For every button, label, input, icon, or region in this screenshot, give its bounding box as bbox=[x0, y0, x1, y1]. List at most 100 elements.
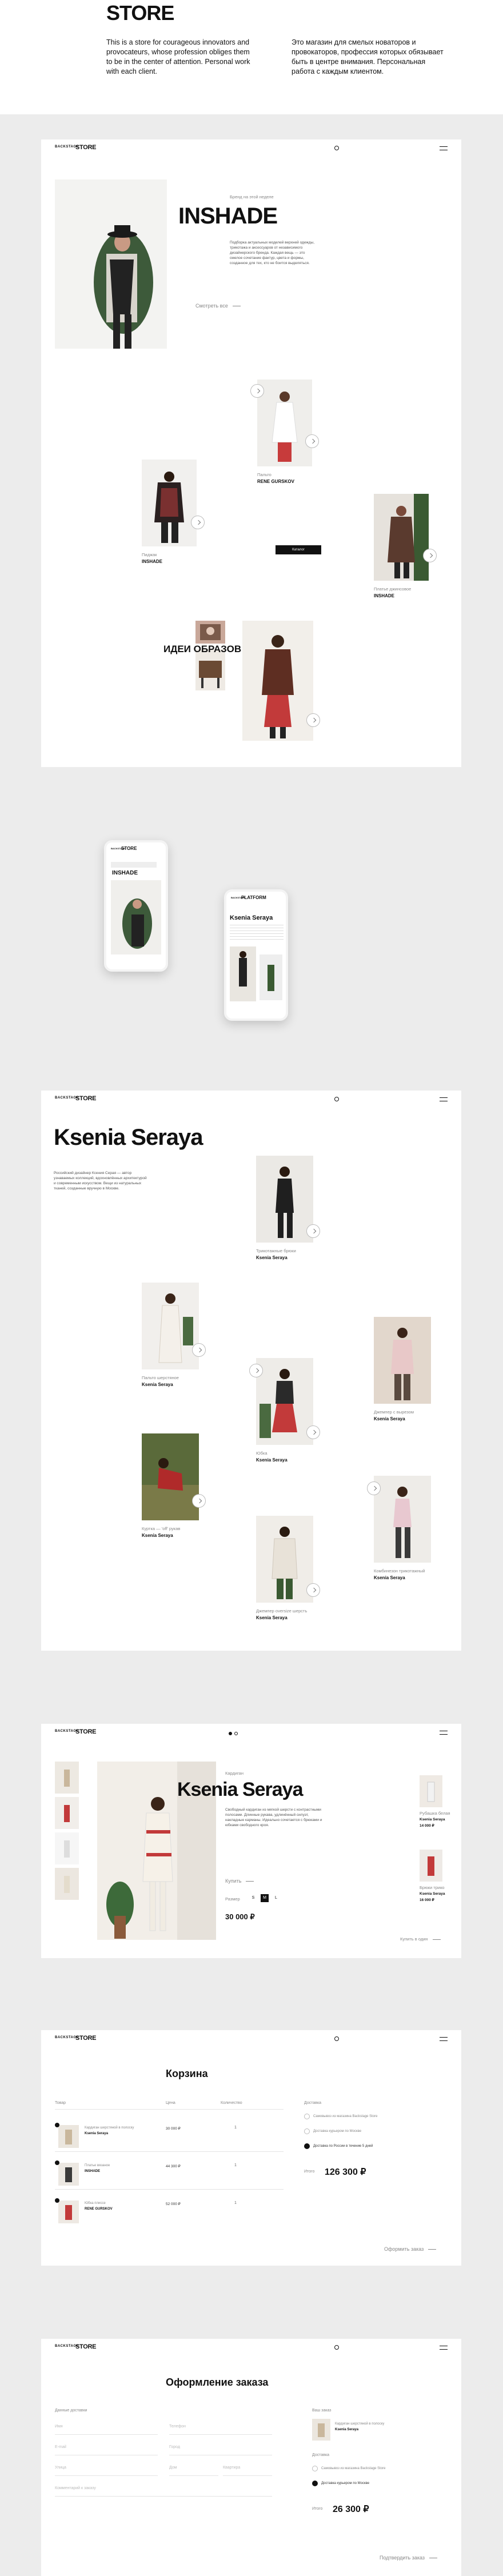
confirm-order-link[interactable]: Подтвердить заказ bbox=[380, 2555, 437, 2561]
cart-row-divider-2 bbox=[55, 2189, 284, 2190]
buy-together-link[interactable]: Купить в один bbox=[400, 1936, 441, 1942]
designer-item-photo-3[interactable] bbox=[374, 1317, 431, 1404]
designer-arrow-4[interactable] bbox=[306, 1425, 320, 1439]
designer-item-photo-6[interactable] bbox=[374, 1476, 431, 1563]
cart-qty-1[interactable]: 1 bbox=[224, 2124, 247, 2132]
ideas-furniture-photo bbox=[195, 649, 225, 690]
mobile-hero-bar bbox=[111, 862, 157, 868]
search-icon-2[interactable] bbox=[334, 1097, 339, 1101]
size-option-m[interactable]: M bbox=[261, 1894, 269, 1902]
order-delivery-radio-1[interactable] bbox=[312, 2466, 318, 2471]
cart-item-brand-2: INSHADE bbox=[85, 2170, 101, 2173]
hero-brand-title: INSHADE bbox=[178, 203, 278, 229]
delivery-radio-2[interactable] bbox=[304, 2128, 310, 2134]
designer-item-photo-5[interactable] bbox=[142, 1433, 199, 1520]
field-apartment[interactable]: Квартира bbox=[223, 2461, 272, 2476]
designer-item-cap-3: Джемпер с вырезом bbox=[374, 1409, 414, 1415]
designer-item-photo-4[interactable] bbox=[256, 1358, 313, 1445]
thumb-4[interactable] bbox=[55, 1868, 79, 1900]
search-icon[interactable] bbox=[334, 146, 339, 150]
remove-icon-3[interactable] bbox=[55, 2198, 59, 2203]
product-like-button-1[interactable] bbox=[250, 384, 264, 398]
order-delivery-option-2: Доставка курьером по Москве bbox=[321, 2482, 370, 2485]
mobile-mockup-designer: BACKSTAGE PLATFORM Ksenia Seraya bbox=[224, 889, 288, 1021]
designer-item-brand-4: Ksenia Seraya bbox=[256, 1457, 288, 1463]
ideas-title: ИДЕИ ОБРАЗОВ bbox=[163, 644, 242, 654]
search-icon-4[interactable] bbox=[334, 2036, 339, 2041]
size-label: Размер bbox=[225, 1896, 240, 1902]
color-dot-black[interactable] bbox=[229, 1732, 232, 1735]
designer-arrow-7[interactable] bbox=[306, 1583, 320, 1597]
thumb-2[interactable] bbox=[55, 1797, 79, 1829]
related-photo-2[interactable] bbox=[420, 1850, 442, 1882]
logo-store-3[interactable]: STORE bbox=[75, 1728, 97, 1735]
search-icon-5[interactable] bbox=[334, 2345, 339, 2350]
designer-description: Российский дизайнер Ксения Серая — автор… bbox=[54, 1171, 147, 1191]
designer-like-4[interactable] bbox=[249, 1364, 263, 1377]
product-arrow-button-1[interactable] bbox=[305, 434, 319, 448]
field-street[interactable]: Улица bbox=[55, 2461, 158, 2476]
menu-icon-4[interactable] bbox=[440, 2037, 448, 2041]
thumb-3[interactable] bbox=[55, 1832, 79, 1864]
field-city[interactable]: Город bbox=[169, 2441, 272, 2455]
designer-item-photo-7[interactable] bbox=[256, 1516, 313, 1603]
related-brand-2: Ksenia Seraya bbox=[420, 1892, 445, 1896]
designer-item-photo-2[interactable] bbox=[142, 1283, 199, 1369]
cart-title: Корзина bbox=[166, 2068, 208, 2079]
thumb-1[interactable] bbox=[55, 1762, 79, 1794]
designer-like-6[interactable] bbox=[367, 1481, 381, 1495]
order-contacts-label: Данные доставки bbox=[55, 2409, 87, 2413]
product-arrow-button-2[interactable] bbox=[191, 516, 205, 529]
hero-more-link[interactable]: Смотреть все bbox=[195, 303, 241, 309]
product-buy-link[interactable]: Купить bbox=[225, 1878, 254, 1884]
size-option-s[interactable]: S bbox=[249, 1894, 257, 1902]
ideas-main-photo[interactable] bbox=[242, 621, 313, 741]
col-price: Цена bbox=[166, 2101, 175, 2105]
logo-store-4[interactable]: STORE bbox=[75, 2035, 97, 2042]
designer-item-photo-1[interactable] bbox=[256, 1156, 313, 1243]
order-delivery-radio-2[interactable] bbox=[312, 2481, 318, 2486]
size-option-l[interactable]: L bbox=[272, 1894, 280, 1902]
cart-item-photo-2 bbox=[58, 2163, 79, 2186]
field-house[interactable]: Дом bbox=[169, 2461, 218, 2476]
logo-store[interactable]: STORE bbox=[75, 144, 97, 151]
field-comment[interactable]: Комментарий к заказу bbox=[55, 2482, 272, 2497]
mobile-logo: STORE bbox=[121, 846, 137, 851]
product-caption-3: Платье джинсовое bbox=[374, 586, 412, 592]
field-name[interactable]: Имя bbox=[55, 2420, 158, 2435]
ideas-arrow-button[interactable] bbox=[306, 713, 320, 727]
field-email[interactable]: E-mail bbox=[55, 2441, 158, 2455]
delivery-radio-3[interactable] bbox=[304, 2143, 310, 2149]
product-brand-1: RENE GURSKOV bbox=[257, 479, 294, 484]
designer-arrow-1[interactable] bbox=[306, 1224, 320, 1238]
related-photo-1[interactable] bbox=[420, 1775, 442, 1807]
menu-icon-5[interactable] bbox=[440, 2346, 448, 2350]
cart-qty-2[interactable]: 1 bbox=[224, 2162, 247, 2170]
cart-page-mockup: BACKSTAGE STORE Корзина Товар Цена Колич… bbox=[41, 2030, 461, 2266]
catalog-button[interactable]: Каталог bbox=[276, 545, 321, 554]
mobile-photo-2 bbox=[260, 954, 282, 1000]
color-dot-white[interactable] bbox=[234, 1732, 238, 1735]
designer-arrow-5[interactable] bbox=[192, 1494, 206, 1508]
menu-icon-2[interactable] bbox=[440, 1097, 448, 1101]
product-photo-coat[interactable] bbox=[257, 380, 312, 466]
field-phone[interactable]: Телефон bbox=[169, 2420, 272, 2435]
product-page-mockup: BACKSTAGE STORE Кардиган Ksenia Seraya С… bbox=[41, 1724, 461, 1958]
product-photo-dress[interactable] bbox=[374, 494, 429, 581]
cart-qty-3[interactable]: 1 bbox=[224, 2199, 247, 2207]
product-arrow-button-3[interactable] bbox=[423, 549, 437, 562]
checkout-link[interactable]: Оформить заказ bbox=[384, 2246, 436, 2252]
remove-icon-2[interactable] bbox=[55, 2160, 59, 2165]
menu-icon[interactable] bbox=[440, 146, 448, 150]
product-photo-jacket[interactable] bbox=[142, 460, 197, 546]
logo-store-5[interactable]: STORE bbox=[75, 2343, 97, 2350]
mobile-photo-1 bbox=[230, 946, 256, 1001]
delivery-radio-1[interactable] bbox=[304, 2114, 310, 2119]
designer-arrow-2[interactable] bbox=[192, 1343, 206, 1357]
mobile-description bbox=[230, 925, 284, 941]
remove-icon-1[interactable] bbox=[55, 2123, 59, 2127]
cart-item-name-2: Платье вязаное bbox=[85, 2164, 110, 2167]
logo-store-2[interactable]: STORE bbox=[75, 1095, 97, 1102]
menu-icon-3[interactable] bbox=[440, 1731, 448, 1735]
cart-item-price-1: 30 000 ₽ bbox=[166, 2127, 181, 2131]
